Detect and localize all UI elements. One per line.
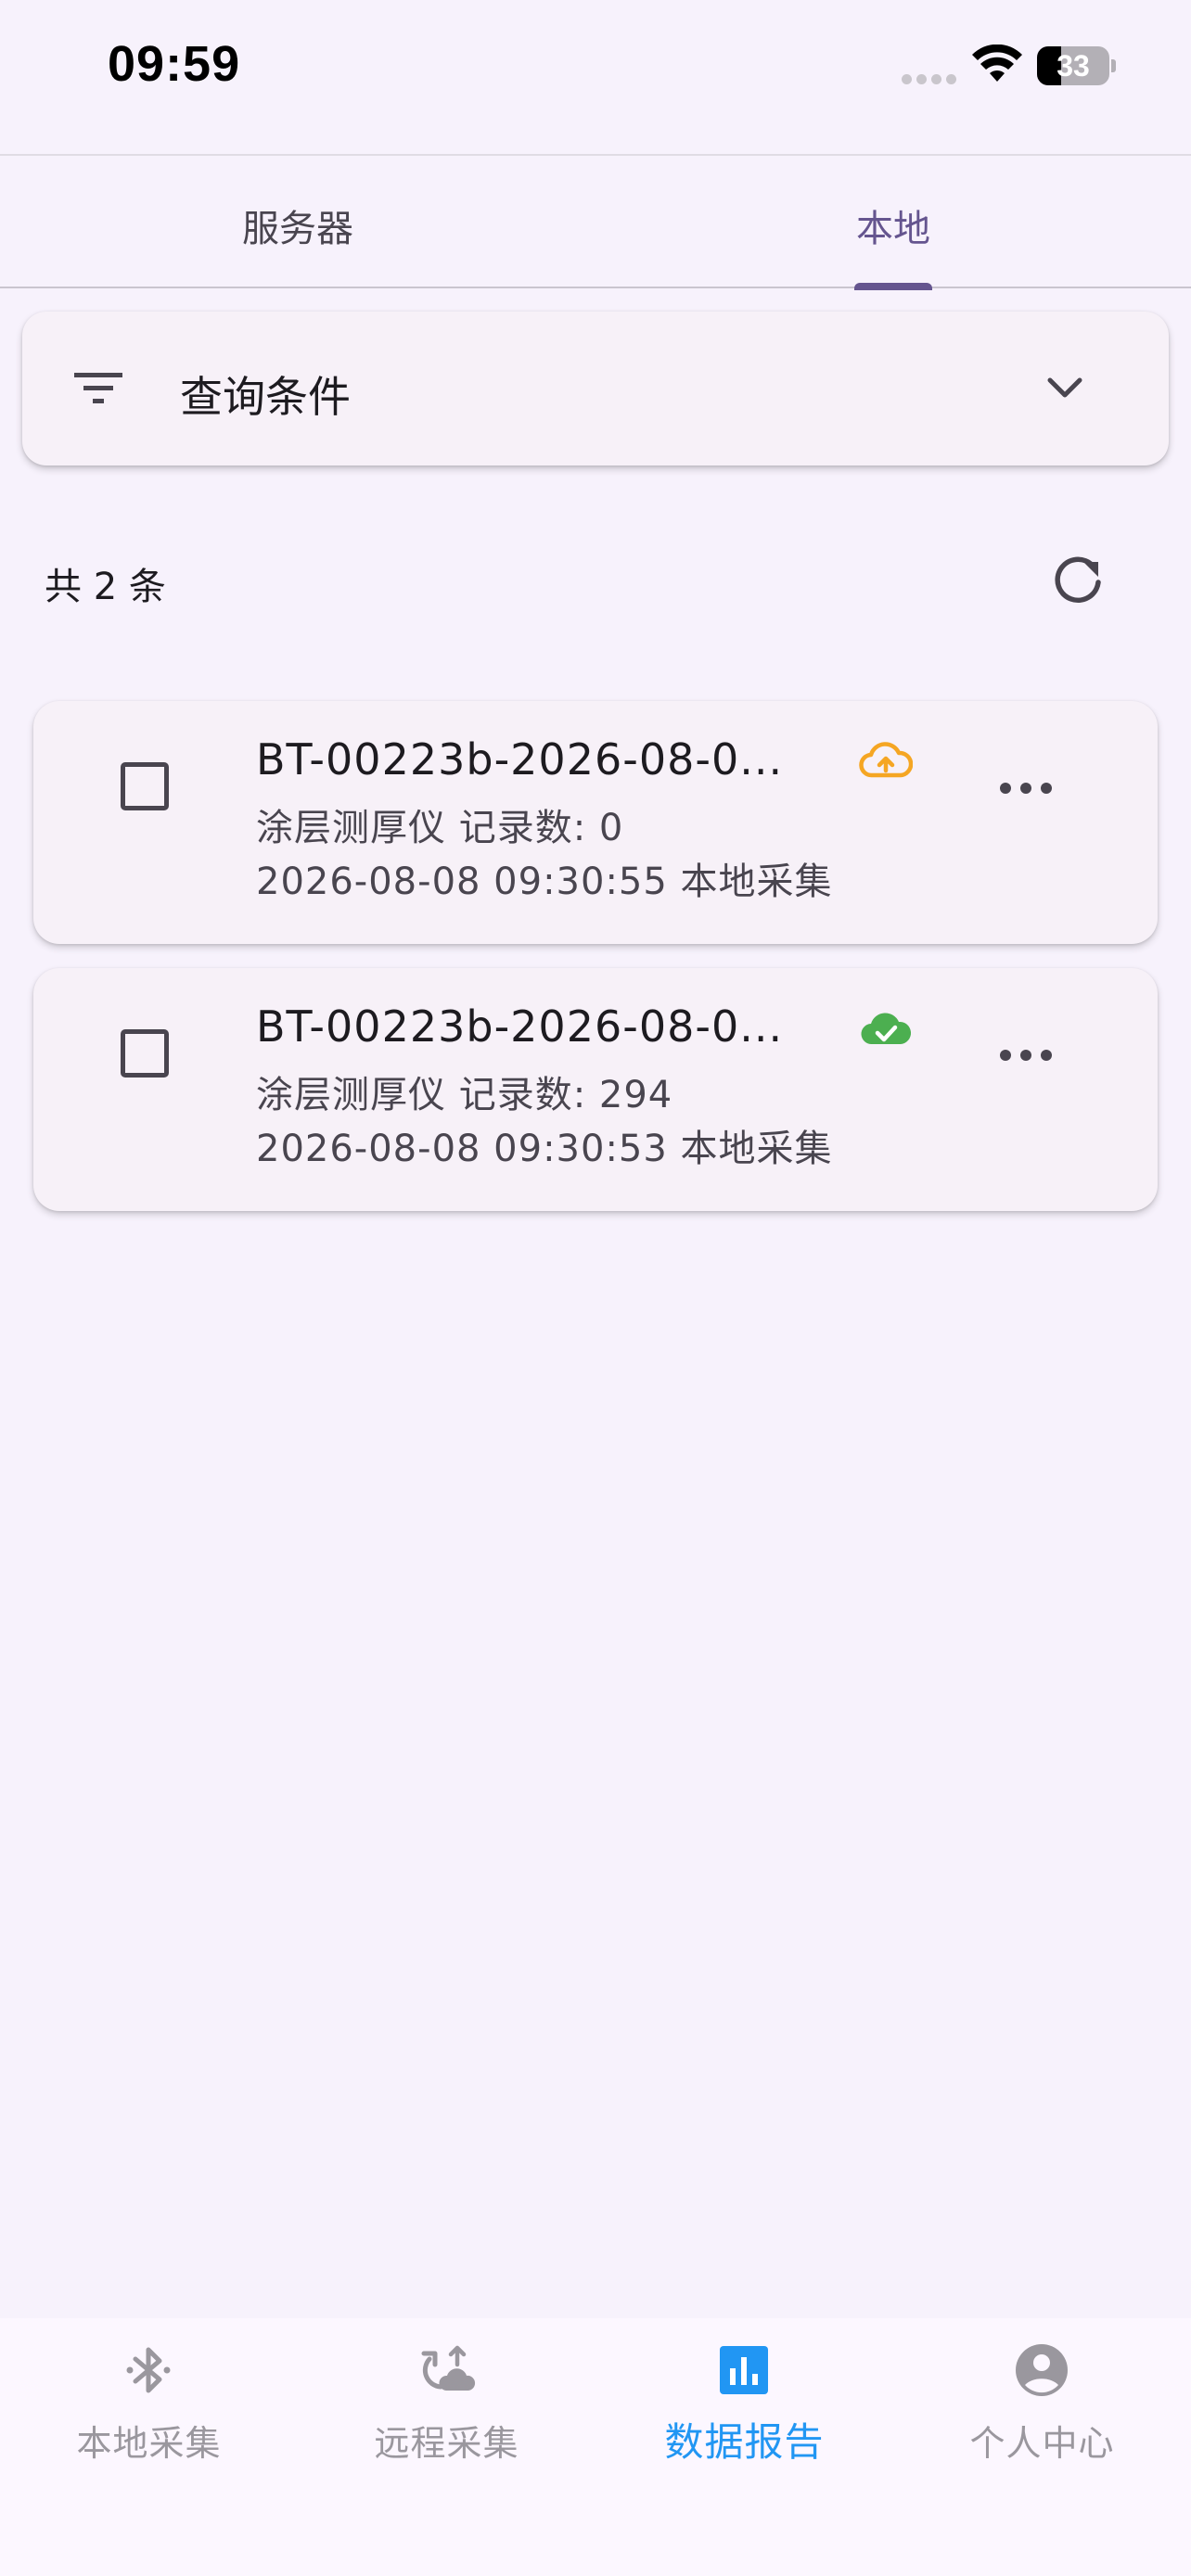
account-circle-icon bbox=[1016, 2344, 1068, 2396]
record-checkbox[interactable] bbox=[121, 1029, 169, 1078]
wifi-icon bbox=[972, 45, 1022, 82]
nav-data-report[interactable]: 数据报告 bbox=[596, 2318, 893, 2576]
more-options-icon[interactable] bbox=[998, 779, 1054, 797]
bluetooth-icon bbox=[126, 2347, 171, 2393]
tab-bar: 服务器 本地 bbox=[0, 154, 1191, 290]
more-options-icon[interactable] bbox=[998, 1046, 1054, 1065]
record-time-info: 2026-08-08 09:30:53 本地采集 bbox=[256, 1128, 833, 1170]
record-title: BT-00223b-2026-08-0... bbox=[256, 734, 784, 784]
refresh-icon[interactable] bbox=[1048, 549, 1108, 608]
query-filter-panel[interactable]: 查询条件 bbox=[22, 312, 1169, 465]
bar-chart-icon bbox=[720, 2346, 768, 2394]
nav-personal-center-label: 个人中心 bbox=[969, 2423, 1115, 2464]
record-card[interactable]: BT-00223b-2026-08-0... 涂层测厚仪 记录数: 0 2026… bbox=[33, 701, 1158, 944]
bottom-navigation: 本地采集 远程采集 数据报告 个人中心 bbox=[0, 2318, 1191, 2576]
filter-list-icon bbox=[74, 373, 122, 403]
tab-local-label: 本地 bbox=[856, 208, 930, 250]
nav-personal-center[interactable]: 个人中心 bbox=[893, 2318, 1191, 2576]
record-device-info: 涂层测厚仪 记录数: 0 bbox=[256, 807, 624, 849]
tab-server-label: 服务器 bbox=[242, 208, 353, 250]
nav-local-collect[interactable]: 本地采集 bbox=[0, 2318, 298, 2576]
tab-local[interactable]: 本地 bbox=[596, 156, 1191, 290]
status-time: 09:59 bbox=[108, 36, 241, 92]
record-checkbox[interactable] bbox=[121, 762, 169, 810]
chevron-down-icon[interactable] bbox=[1043, 369, 1087, 410]
record-count: 共 2 条 bbox=[45, 566, 166, 608]
nav-local-collect-label: 本地采集 bbox=[76, 2423, 222, 2464]
battery-icon: 33 bbox=[1037, 46, 1116, 85]
nav-data-report-label: 数据报告 bbox=[664, 2419, 825, 2465]
query-filter-label: 查询条件 bbox=[180, 372, 351, 422]
cloud-sync-icon bbox=[421, 2345, 476, 2391]
status-bar: 09:59 33 bbox=[0, 0, 1191, 154]
record-card[interactable]: BT-00223b-2026-08-0... 涂层测厚仪 记录数: 294 20… bbox=[33, 968, 1158, 1211]
battery-level: 33 bbox=[1057, 49, 1090, 83]
cloud-done-icon bbox=[861, 1013, 912, 1045]
nav-remote-collect-label: 远程采集 bbox=[374, 2423, 519, 2464]
tab-active-indicator bbox=[854, 283, 932, 290]
tab-server[interactable]: 服务器 bbox=[0, 156, 596, 288]
record-device-info: 涂层测厚仪 记录数: 294 bbox=[256, 1074, 673, 1116]
nav-remote-collect[interactable]: 远程采集 bbox=[298, 2318, 596, 2576]
record-title: BT-00223b-2026-08-0... bbox=[256, 1001, 784, 1052]
record-time-info: 2026-08-08 09:30:55 本地采集 bbox=[256, 861, 833, 903]
cloud-upload-icon bbox=[859, 742, 913, 778]
cellular-signal-icon bbox=[902, 74, 957, 85]
